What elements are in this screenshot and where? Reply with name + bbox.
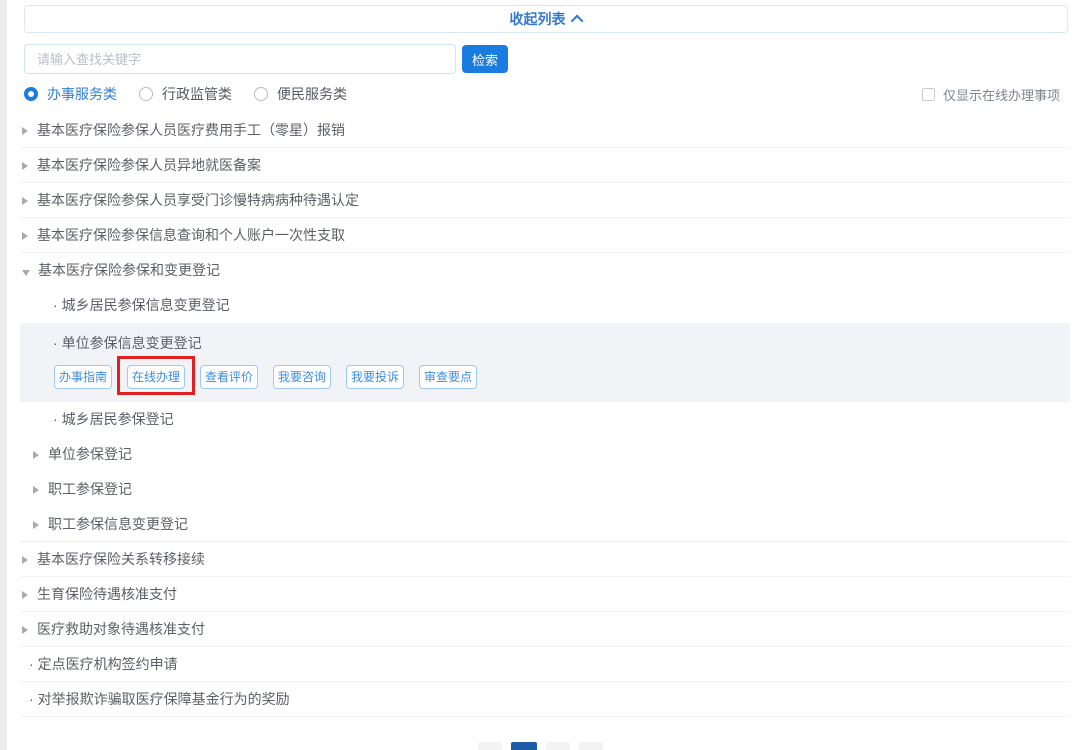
caret-right-icon bbox=[22, 556, 28, 564]
radio-label: 便民服务类 bbox=[277, 84, 347, 104]
page-left-edge bbox=[0, 0, 7, 750]
caret-right-icon bbox=[22, 127, 28, 135]
collapse-list-label: 收起列表 bbox=[510, 9, 566, 29]
action-wrap: 在线办理 bbox=[127, 365, 185, 389]
caret-right-icon bbox=[33, 486, 39, 494]
radio-label: 行政监管类 bbox=[162, 84, 232, 104]
tree-row-label: 基本医疗保险参保人员异地就医备案 bbox=[37, 157, 261, 173]
radio-label: 办事服务类 bbox=[47, 84, 117, 104]
collapse-list-bar[interactable]: 收起列表 bbox=[24, 5, 1068, 33]
tree-row[interactable]: ·单位参保信息变更登记 bbox=[20, 326, 1070, 360]
service-actions: 办事指南在线办理查看评价我要咨询我要投诉审查要点 bbox=[54, 365, 1070, 389]
bullet-icon: · bbox=[53, 288, 58, 323]
caret-right-icon bbox=[22, 626, 28, 634]
tree-row[interactable]: 基本医疗保险参保和变更登记 bbox=[20, 253, 1070, 288]
tree-row-label: 城乡居民参保登记 bbox=[62, 411, 174, 427]
tree-row-label: 城乡居民参保信息变更登记 bbox=[62, 297, 230, 313]
filter-row: 办事服务类 行政监管类 便民服务类 仅显示在线办理事项 bbox=[24, 82, 1060, 106]
category-radio-0[interactable]: 办事服务类 bbox=[24, 84, 117, 104]
radio-icon bbox=[254, 87, 268, 101]
checkbox-icon bbox=[922, 88, 935, 101]
tree-row[interactable]: 基本医疗保险关系转移接续 bbox=[20, 542, 1070, 577]
bullet-icon: · bbox=[53, 326, 58, 360]
caret-down-icon bbox=[22, 270, 30, 276]
tree-row[interactable]: 医疗救助对象待遇核准支付 bbox=[20, 612, 1070, 647]
category-radio-2[interactable]: 便民服务类 bbox=[254, 84, 347, 104]
radio-icon bbox=[24, 87, 38, 101]
tree-row[interactable]: ·对举报欺诈骗取医疗保障基金行为的奖励 bbox=[20, 682, 1070, 717]
tree-row-label: 基本医疗保险关系转移接续 bbox=[37, 551, 205, 567]
search-input[interactable] bbox=[24, 44, 456, 74]
category-radio-1[interactable]: 行政监管类 bbox=[139, 84, 232, 104]
action-button-2[interactable]: 查看评价 bbox=[200, 365, 258, 389]
category-radio-group: 办事服务类 行政监管类 便民服务类 bbox=[24, 84, 369, 104]
radio-icon bbox=[139, 87, 153, 101]
tree-row[interactable]: 职工参保登记 bbox=[20, 472, 1070, 507]
caret-right-icon bbox=[33, 521, 39, 529]
action-button-0[interactable]: 办事指南 bbox=[54, 365, 112, 389]
caret-right-icon bbox=[33, 451, 39, 459]
online-only-label: 仅显示在线办理事项 bbox=[943, 85, 1060, 104]
pager-item[interactable] bbox=[478, 742, 502, 750]
pagination bbox=[0, 742, 1080, 750]
tree-row[interactable]: 单位参保登记 bbox=[20, 437, 1070, 472]
tree-row-label: 对举报欺诈骗取医疗保障基金行为的奖励 bbox=[38, 691, 290, 707]
tree-row-label: 单位参保登记 bbox=[48, 446, 132, 462]
service-catalog-page: 收起列表 检索 办事服务类 行政监管类 便民服务类 仅显示在线办理事项 基本医疗保险… bbox=[0, 0, 1080, 750]
bullet-icon: · bbox=[53, 402, 58, 437]
pager-item[interactable] bbox=[546, 742, 570, 750]
action-wrap: 审查要点 bbox=[419, 365, 477, 389]
action-wrap: 查看评价 bbox=[200, 365, 258, 389]
pager-item[interactable] bbox=[579, 742, 603, 750]
bullet-icon: · bbox=[29, 682, 34, 717]
caret-right-icon bbox=[22, 197, 28, 205]
tree-row[interactable]: 基本医疗保险参保人员异地就医备案 bbox=[20, 148, 1070, 183]
tree-row-label: 医疗救助对象待遇核准支付 bbox=[37, 621, 205, 637]
tree-row-label: 基本医疗保险参保信息查询和个人账户一次性支取 bbox=[37, 227, 345, 243]
tree-row[interactable]: 职工参保信息变更登记 bbox=[20, 507, 1070, 542]
caret-right-icon bbox=[22, 162, 28, 170]
tree-row[interactable]: 基本医疗保险参保人员享受门诊慢特病病种待遇认定 bbox=[20, 183, 1070, 218]
action-wrap: 我要投诉 bbox=[346, 365, 404, 389]
tree-row-label: 生育保险待遇核准支付 bbox=[37, 586, 177, 602]
tree-row[interactable]: ·城乡居民参保信息变更登记 bbox=[20, 288, 1070, 323]
search-button[interactable]: 检索 bbox=[462, 45, 508, 73]
action-button-1[interactable]: 在线办理 bbox=[127, 365, 185, 389]
tree-row-label: 基本医疗保险参保人员医疗费用手工（零星）报销 bbox=[37, 122, 345, 138]
tree-row-label: 基本医疗保险参保人员享受门诊慢特病病种待遇认定 bbox=[37, 192, 359, 208]
bullet-icon: · bbox=[29, 647, 34, 682]
tree-row[interactable]: ·定点医疗机构签约申请 bbox=[20, 647, 1070, 682]
online-only-checkbox[interactable]: 仅显示在线办理事项 bbox=[922, 85, 1060, 104]
selected-service-block: ·单位参保信息变更登记办事指南在线办理查看评价我要咨询我要投诉审查要点 bbox=[20, 323, 1070, 402]
tree-row[interactable]: ·城乡居民参保登记 bbox=[20, 402, 1070, 437]
action-wrap: 我要咨询 bbox=[273, 365, 331, 389]
tree-row-label: 单位参保信息变更登记 bbox=[62, 335, 202, 351]
tree-row[interactable]: 基本医疗保险参保信息查询和个人账户一次性支取 bbox=[20, 218, 1070, 253]
caret-right-icon bbox=[22, 591, 28, 599]
tree-row-label: 基本医疗保险参保和变更登记 bbox=[38, 262, 220, 278]
service-list: 基本医疗保险参保人员医疗费用手工（零星）报销基本医疗保险参保人员异地就医备案基本… bbox=[20, 113, 1070, 717]
caret-right-icon bbox=[22, 232, 28, 240]
tree-row-label: 定点医疗机构签约申请 bbox=[38, 656, 178, 672]
action-button-5[interactable]: 审查要点 bbox=[419, 365, 477, 389]
action-wrap: 办事指南 bbox=[54, 365, 112, 389]
tree-row[interactable]: 生育保险待遇核准支付 bbox=[20, 577, 1070, 612]
chevron-up-icon bbox=[570, 14, 583, 27]
action-button-4[interactable]: 我要投诉 bbox=[346, 365, 404, 389]
action-button-3[interactable]: 我要咨询 bbox=[273, 365, 331, 389]
tree-row[interactable]: 基本医疗保险参保人员医疗费用手工（零星）报销 bbox=[20, 113, 1070, 148]
pager-item-active[interactable] bbox=[511, 742, 537, 750]
tree-row-label: 职工参保信息变更登记 bbox=[48, 516, 188, 532]
tree-row-label: 职工参保登记 bbox=[48, 481, 132, 497]
